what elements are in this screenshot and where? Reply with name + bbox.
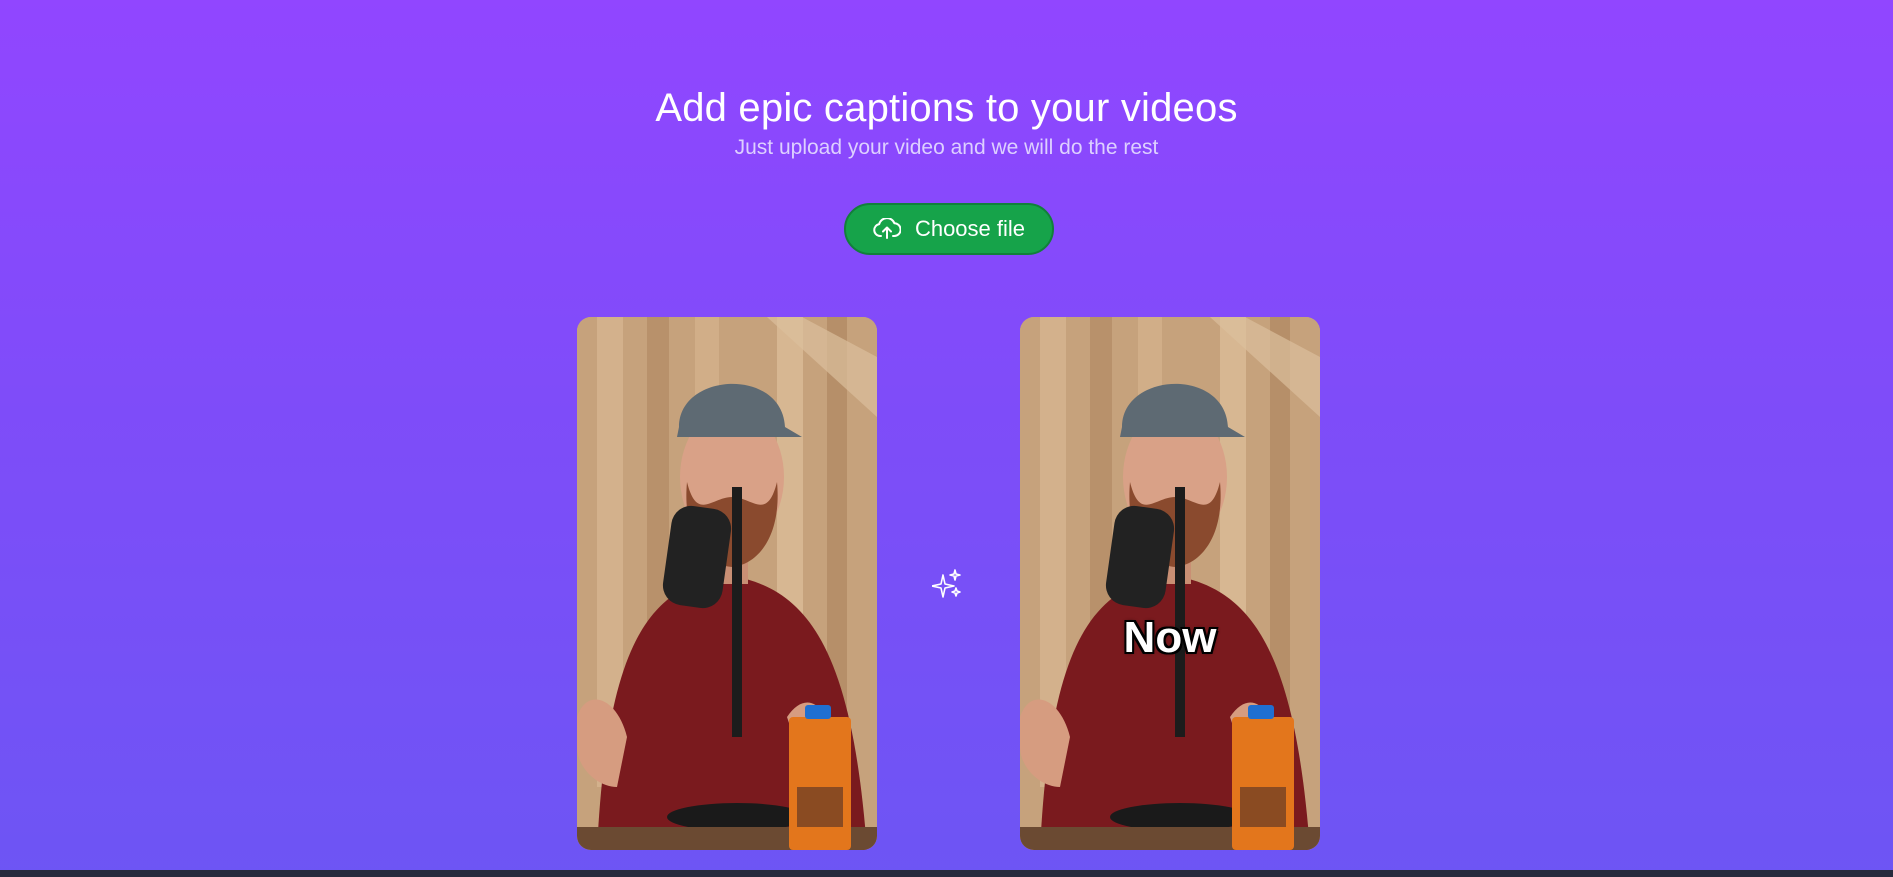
captioned-video[interactable]: Now <box>1020 317 1320 850</box>
original-video[interactable] <box>577 317 877 850</box>
sparkles-icon <box>931 569 962 604</box>
page-title: Add epic captions to your videos <box>655 86 1238 130</box>
video-caption: Now <box>1123 613 1217 662</box>
choose-file-button[interactable]: Choose file <box>844 203 1054 255</box>
page-subtitle: Just upload your video and we will do th… <box>734 136 1159 159</box>
cloud-upload-icon <box>873 218 901 240</box>
choose-file-label: Choose file <box>914 216 1026 241</box>
bottom-bar <box>0 870 1893 877</box>
